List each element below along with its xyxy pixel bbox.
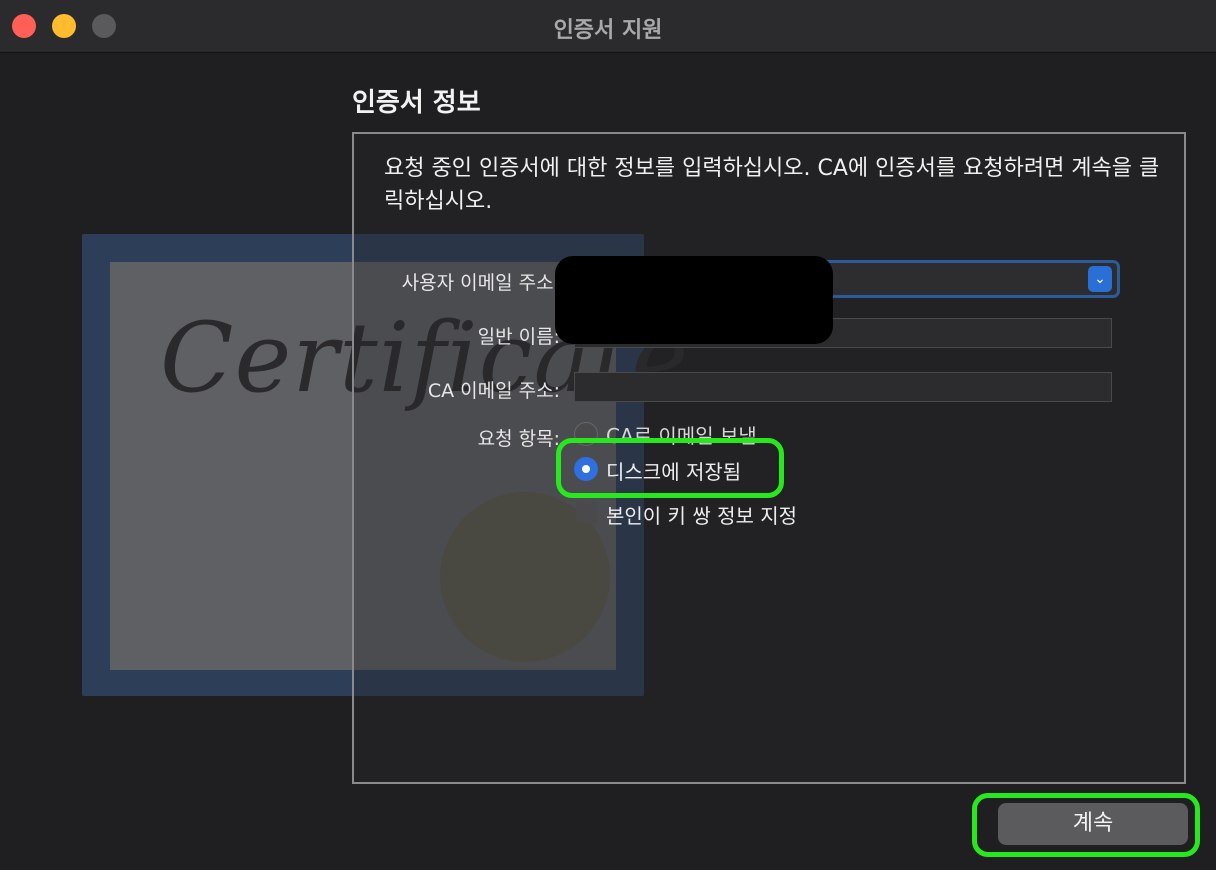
redaction-block bbox=[555, 256, 833, 344]
chevron-down-icon[interactable]: ⌄ bbox=[1088, 266, 1112, 292]
title-bar: 인증서 지원 bbox=[0, 0, 1216, 53]
user-email-label: 사용자 이메일 주소: bbox=[401, 272, 560, 294]
section-title: 인증서 정보 bbox=[352, 88, 481, 118]
highlight-save-disk bbox=[556, 438, 784, 498]
ca-email-field[interactable] bbox=[574, 372, 1112, 402]
checkbox-key-pair[interactable] bbox=[576, 501, 598, 523]
window-title: 인증서 지원 bbox=[553, 18, 663, 43]
intro-text: 요청 중인 인증서에 대한 정보를 입력하십시오. CA에 인증서를 요청하려면… bbox=[384, 156, 1160, 214]
ca-email-label: CA 이메일 주소: bbox=[427, 380, 560, 402]
common-name-label: 일반 이름: bbox=[477, 326, 560, 348]
highlight-continue bbox=[972, 793, 1200, 857]
request-type-label: 요청 항목: bbox=[477, 428, 560, 450]
option-key-pair-label: 본인이 키 쌍 정보 지정 bbox=[606, 504, 798, 528]
